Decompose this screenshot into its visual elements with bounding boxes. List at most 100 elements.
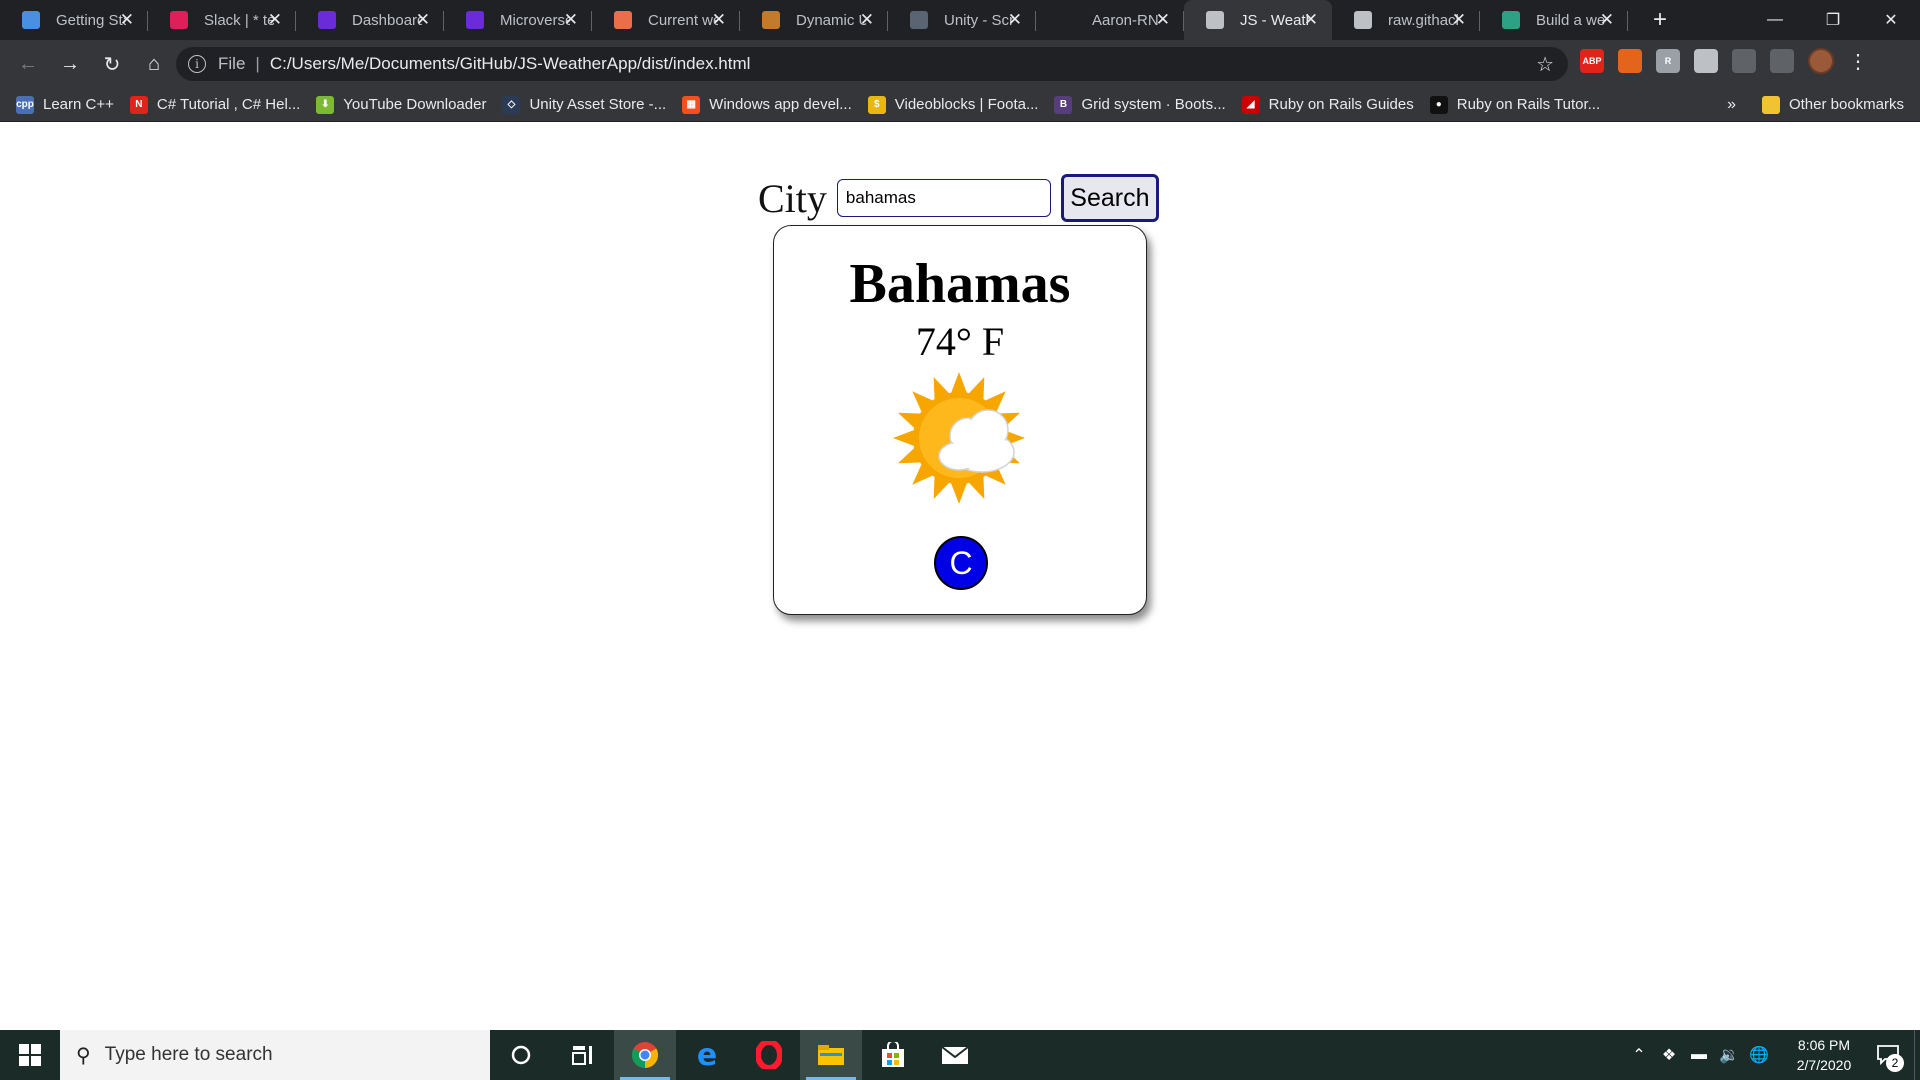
profile-avatar[interactable]	[1808, 48, 1834, 74]
dropbox-icon[interactable]: ❖	[1656, 1045, 1682, 1065]
restore-icon[interactable]: ❐	[1804, 0, 1862, 40]
tab-close-icon[interactable]: ✕	[1304, 10, 1318, 30]
search-button[interactable]: Search	[1060, 174, 1159, 222]
browser-tab[interactable]: Current weather✕	[592, 0, 740, 40]
task-view-icon[interactable]	[552, 1030, 614, 1080]
tab-close-icon[interactable]: ✕	[1452, 10, 1466, 30]
notification-center-icon[interactable]: 2	[1866, 1030, 1910, 1080]
shield-icon[interactable]	[1694, 49, 1718, 73]
tab-close-icon[interactable]: ✕	[120, 10, 134, 30]
slack-icon	[170, 11, 188, 29]
cortana-icon[interactable]	[490, 1030, 552, 1080]
battery-icon[interactable]: ▬	[1686, 1046, 1712, 1064]
mouse-icon[interactable]	[1770, 49, 1794, 73]
unit-toggle-button[interactable]: C	[934, 536, 988, 590]
menu-kebab-icon[interactable]: ⋮	[1848, 49, 1868, 74]
bookmark-item[interactable]: ▦ Windows app devel...	[674, 95, 860, 114]
browser-tab[interactable]: Dashboard ✕	[296, 0, 444, 40]
store-icon[interactable]	[862, 1030, 924, 1080]
taskbar-clock[interactable]: 8:06 PM 2/7/2020	[1782, 1035, 1866, 1075]
bookmark-label: Grid system · Boots...	[1081, 96, 1226, 113]
new-tab-button[interactable]: +	[1640, 0, 1680, 40]
close-window-icon[interactable]: ✕	[1862, 0, 1920, 40]
other-bookmarks-folder[interactable]: Other bookmarks	[1754, 95, 1912, 114]
browser-tab[interactable]: raw.githack ✕	[1332, 0, 1480, 40]
mail-icon[interactable]	[924, 1030, 986, 1080]
adblock-plus-icon[interactable]: ABP	[1580, 49, 1604, 73]
fox-icon	[762, 11, 780, 29]
microverse-icon	[318, 11, 336, 29]
tab-close-icon[interactable]: ✕	[564, 10, 578, 30]
address-url[interactable]: C:/Users/Me/Documents/GitHub/JS-WeatherA…	[270, 54, 751, 74]
weather-card: Bahamas 74° F C	[773, 225, 1147, 615]
weather-cloud-icon	[614, 11, 632, 29]
bookmark-item[interactable]: ◢ Ruby on Rails Guides	[1234, 95, 1422, 114]
bookmark-label: Learn C++	[43, 96, 114, 113]
bookmark-item[interactable]: B Grid system · Boots...	[1046, 95, 1233, 114]
tab-close-icon[interactable]: ✕	[1156, 10, 1170, 30]
tab-separator	[1627, 11, 1628, 31]
tab-close-icon[interactable]: ✕	[860, 10, 874, 30]
windows-logo-icon: ▦	[682, 95, 701, 114]
unity-icon: ◇	[502, 95, 521, 114]
site-info-icon[interactable]: i	[188, 55, 206, 73]
tab-title: Microverse	[500, 11, 570, 29]
notes-icon[interactable]: R	[1656, 49, 1680, 73]
city-input[interactable]	[836, 179, 1051, 217]
browser-tab[interactable]: Build a weather✕	[1480, 0, 1628, 40]
bookmark-item[interactable]: ⬇ YouTube Downloader	[308, 95, 494, 114]
chrome-icon[interactable]	[614, 1030, 676, 1080]
office-icon[interactable]	[1618, 49, 1642, 73]
reload-icon[interactable]: ↻	[92, 44, 132, 84]
dollar-icon: $	[867, 95, 886, 114]
browser-tab[interactable]: Unity - Scripting✕	[888, 0, 1036, 40]
sun-ray	[950, 481, 968, 504]
show-desktop-button[interactable]	[1914, 1030, 1920, 1080]
tab-title: Build a weather	[1536, 11, 1606, 29]
browser-tab[interactable]: Slack | * test✕	[148, 0, 296, 40]
bookmarks-overflow-button[interactable]: »	[1727, 96, 1736, 114]
page-content: City Search Bahamas 74° F	[0, 122, 1920, 1030]
edge-icon[interactable]: e	[676, 1030, 738, 1080]
taskbar-search-box[interactable]: ⚲ Type here to search	[60, 1030, 490, 1080]
network-globe-icon[interactable]: 🌐	[1746, 1045, 1772, 1065]
home-icon[interactable]: ⌂	[134, 44, 174, 84]
browser-tab[interactable]: JS - Weather✕	[1184, 0, 1332, 40]
tab-close-icon[interactable]: ✕	[1008, 10, 1022, 30]
tab-title: raw.githack	[1388, 11, 1458, 29]
tab-close-icon[interactable]: ✕	[268, 10, 282, 30]
search-form: City Search	[758, 174, 1159, 222]
tab-title: JS - Weather	[1240, 11, 1310, 29]
bookmark-label: Unity Asset Store -...	[529, 96, 667, 113]
tab-title: Getting Started	[56, 11, 126, 29]
chevron-up-icon[interactable]: ⌃	[1626, 1045, 1652, 1065]
browser-tab[interactable]: Getting Started✕	[0, 0, 148, 40]
browser-tab[interactable]: Dynamic UI ✕	[740, 0, 888, 40]
bookmark-item[interactable]: $ Videoblocks | Foota...	[860, 95, 1047, 114]
tab-close-icon[interactable]: ✕	[416, 10, 430, 30]
tab-title: Slack | * test	[204, 11, 274, 29]
opera-icon[interactable]	[738, 1030, 800, 1080]
bookmark-label: C# Tutorial , C# Hel...	[156, 96, 301, 113]
browser-toolbar: ← → ↻ ⌂ i File | C:/Users/Me/Documents/G…	[0, 40, 1920, 88]
bookmark-item[interactable]: ● Ruby on Rails Tutor...	[1422, 95, 1608, 114]
back-icon[interactable]: ←	[8, 44, 48, 84]
minimize-icon[interactable]: —	[1746, 0, 1804, 40]
cpp-icon: cpp	[16, 95, 34, 114]
taskbar-search-placeholder: Type here to search	[104, 1044, 273, 1065]
refresh-ext-icon[interactable]	[1732, 49, 1756, 73]
browser-tab[interactable]: Microverse ✕	[444, 0, 592, 40]
bookmark-item[interactable]: ◇ Unity Asset Store -...	[494, 95, 674, 114]
bookmark-item[interactable]: N C# Tutorial , C# Hel...	[122, 95, 308, 114]
bookmark-item[interactable]: cpp Learn C++	[8, 95, 122, 114]
file-explorer-icon[interactable]	[800, 1030, 862, 1080]
browser-tab[interactable]: Aaron-RN ✕	[1036, 0, 1184, 40]
bookmark-star-icon[interactable]: ☆	[1536, 52, 1554, 77]
tab-close-icon[interactable]: ✕	[712, 10, 726, 30]
tab-close-icon[interactable]: ✕	[1600, 10, 1614, 30]
start-button[interactable]	[0, 1030, 60, 1080]
address-bar[interactable]: i File | C:/Users/Me/Documents/GitHub/JS…	[176, 47, 1568, 81]
forward-icon[interactable]: →	[50, 44, 90, 84]
clock-time: 8:06 PM	[1797, 1037, 1851, 1053]
volume-icon[interactable]: 🔉	[1716, 1045, 1742, 1065]
